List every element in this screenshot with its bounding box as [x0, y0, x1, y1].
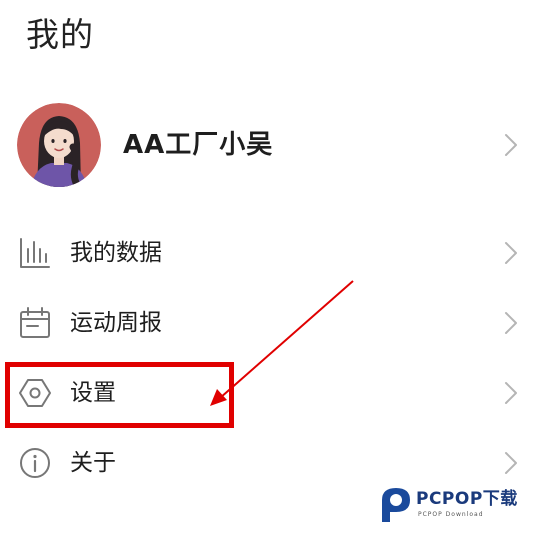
- hexagon-settings-icon: [18, 376, 52, 410]
- profile-row[interactable]: AA工厂小吴: [0, 100, 542, 190]
- calendar-icon: [18, 306, 52, 340]
- menu-item-label: 运动周报: [70, 310, 162, 336]
- pcpop-logo-icon: [378, 484, 414, 524]
- watermark: PCPOP下载 PCPOP Download: [378, 484, 542, 528]
- avatar[interactable]: [17, 103, 101, 187]
- menu-item-my-data[interactable]: 我的数据: [0, 218, 542, 288]
- watermark-sub: PCPOP Download: [418, 511, 484, 518]
- menu-item-label: 我的数据: [70, 240, 162, 266]
- menu-item-settings[interactable]: 设置: [0, 358, 542, 428]
- chevron-right-icon: [504, 241, 518, 265]
- chevron-right-icon: [504, 451, 518, 475]
- chevron-right-icon: [504, 311, 518, 335]
- menu-item-weekly-report[interactable]: 运动周报: [0, 288, 542, 358]
- bar-chart-icon: [18, 236, 52, 270]
- page-title: 我的: [26, 15, 94, 54]
- menu-item-label: 关于: [70, 450, 116, 476]
- info-icon: [18, 446, 52, 480]
- profile-name: AA工厂小吴: [123, 130, 274, 160]
- watermark-brand: PCPOP下载: [416, 489, 518, 509]
- menu-item-label: 设置: [70, 380, 116, 406]
- chevron-right-icon: [504, 381, 518, 405]
- chevron-right-icon: [504, 133, 518, 157]
